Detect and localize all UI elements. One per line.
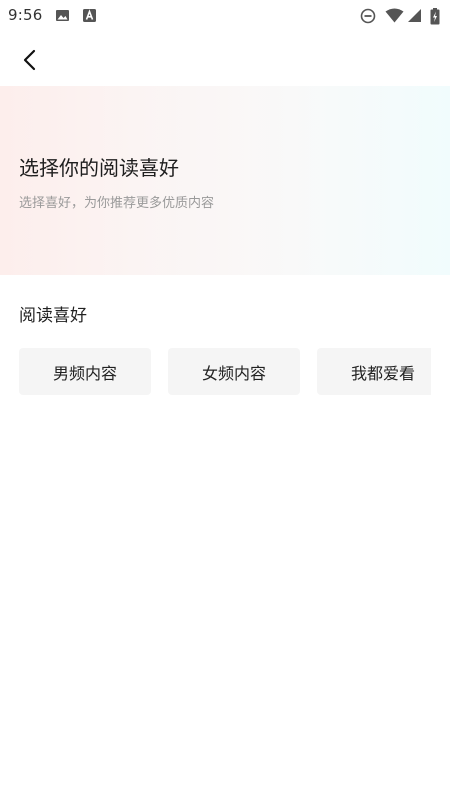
- wifi-icon: [385, 8, 404, 23]
- preference-options: 男频内容 女频内容 我都爱看: [0, 348, 431, 396]
- image-icon: [55, 8, 70, 23]
- page-subtitle: 选择喜好，为你推荐更多优质内容: [19, 196, 215, 211]
- section-title: 阅读喜好: [19, 306, 87, 326]
- back-button[interactable]: [12, 42, 48, 78]
- do-not-disturb-icon: [360, 8, 376, 24]
- header-banner: 选择你的阅读喜好 选择喜好，为你推荐更多优质内容: [0, 86, 450, 275]
- option-like-all[interactable]: 我都爱看: [317, 348, 431, 395]
- chevron-left-icon: [23, 49, 36, 71]
- toolbar: [0, 32, 450, 86]
- page-title: 选择你的阅读喜好: [19, 156, 179, 180]
- option-male-content[interactable]: 男频内容: [19, 348, 151, 395]
- option-female-content[interactable]: 女频内容: [168, 348, 300, 395]
- cellular-signal-icon: [407, 8, 422, 23]
- battery-charging-icon: [430, 8, 440, 25]
- status-time: 9:56: [8, 6, 43, 24]
- status-bar: 9:56: [0, 0, 450, 32]
- font-a-icon: [82, 8, 97, 23]
